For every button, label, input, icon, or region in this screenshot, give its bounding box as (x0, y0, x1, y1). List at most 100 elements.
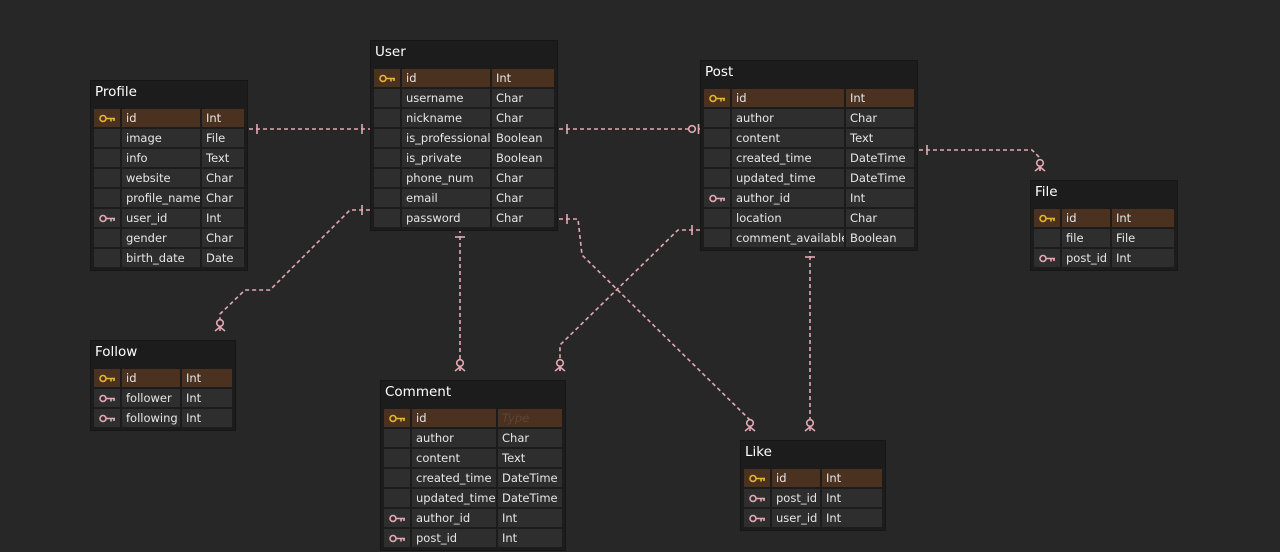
column-type[interactable]: Date (202, 249, 244, 267)
table-row[interactable]: author Char (383, 428, 563, 448)
table-like[interactable]: Like id Int post_id Int user_id Int (741, 441, 885, 530)
column-type[interactable]: Int (822, 509, 882, 527)
table-title[interactable]: Profile (91, 81, 247, 108)
column-name[interactable]: user_id (122, 209, 200, 227)
relation-post-like[interactable] (804, 249, 816, 432)
table-row[interactable]: created_time DateTime (383, 468, 563, 488)
column-name[interactable]: id (122, 109, 200, 127)
column-type[interactable]: DateTime (498, 489, 562, 507)
column-name[interactable]: location (732, 209, 844, 227)
column-name[interactable]: comment_available (732, 229, 844, 247)
table-row[interactable]: id Type (383, 408, 563, 428)
table-title[interactable]: Comment (381, 381, 565, 408)
column-type[interactable]: Int (182, 389, 232, 407)
table-row[interactable]: nickname Char (373, 108, 555, 128)
table-row[interactable]: following Int (93, 408, 233, 428)
relation-post-comment[interactable] (554, 225, 700, 372)
table-row[interactable]: id Int (743, 468, 883, 488)
column-type[interactable]: Boolean (492, 129, 554, 147)
column-name[interactable]: username (402, 89, 490, 107)
table-row[interactable]: updated_time DateTime (703, 168, 915, 188)
table-row[interactable]: email Char (373, 188, 555, 208)
column-name[interactable]: content (412, 449, 496, 467)
column-type[interactable]: Text (846, 129, 914, 147)
column-type[interactable]: DateTime (846, 149, 914, 167)
table-row[interactable]: image File (93, 128, 245, 148)
table-row[interactable]: birth_date Date (93, 248, 245, 268)
table-row[interactable]: is_professional Boolean (373, 128, 555, 148)
column-name[interactable]: image (122, 129, 200, 147)
column-type[interactable]: Int (822, 489, 882, 507)
relation-post-file[interactable] (919, 145, 1046, 172)
column-type[interactable]: Int (182, 409, 232, 427)
column-type[interactable]: Int (1112, 209, 1174, 227)
column-name[interactable]: id (772, 469, 820, 487)
table-row[interactable]: comment_available Boolean (703, 228, 915, 248)
table-row[interactable]: post_id Int (743, 488, 883, 508)
column-type[interactable]: Char (202, 169, 244, 187)
table-row[interactable]: username Char (373, 88, 555, 108)
table-row[interactable]: id Int (703, 88, 915, 108)
table-row[interactable]: id Int (93, 108, 245, 128)
table-row[interactable]: author Char (703, 108, 915, 128)
column-type[interactable]: Text (202, 149, 244, 167)
column-name[interactable]: is_private (402, 149, 490, 167)
column-name[interactable]: is_professional (402, 129, 490, 147)
column-type[interactable]: DateTime (498, 469, 562, 487)
table-post[interactable]: Post id Int author Char content Text created_ti… (701, 61, 917, 250)
column-type[interactable]: Int (202, 109, 244, 127)
table-title[interactable]: User (371, 41, 557, 68)
column-name[interactable]: post_id (412, 529, 496, 547)
column-name[interactable]: email (402, 189, 490, 207)
table-row[interactable]: id Int (1033, 208, 1175, 228)
table-follow[interactable]: Follow id Int follower Int following Int (91, 341, 235, 430)
column-name[interactable]: created_time (412, 469, 496, 487)
column-type[interactable]: Int (498, 529, 562, 547)
column-name[interactable]: content (732, 129, 844, 147)
column-type[interactable]: Int (846, 189, 914, 207)
column-name[interactable]: website (122, 169, 200, 187)
table-row[interactable]: location Char (703, 208, 915, 228)
table-file[interactable]: File id Int file File post_id Int (1031, 181, 1177, 270)
column-name[interactable]: post_id (772, 489, 820, 507)
column-name[interactable]: following (122, 409, 180, 427)
column-name[interactable]: author (732, 109, 844, 127)
table-row[interactable]: file File (1033, 228, 1175, 248)
column-name[interactable]: password (402, 209, 490, 227)
table-row[interactable]: follower Int (93, 388, 233, 408)
column-name[interactable]: phone_num (402, 169, 490, 187)
table-title[interactable]: Follow (91, 341, 235, 368)
table-row[interactable]: id Int (93, 368, 233, 388)
table-row[interactable]: website Char (93, 168, 245, 188)
table-row[interactable]: is_private Boolean (373, 148, 555, 168)
column-type[interactable]: Int (182, 369, 232, 387)
relation-user-comment[interactable] (454, 229, 466, 372)
column-type[interactable]: Boolean (492, 149, 554, 167)
column-name[interactable]: id (732, 89, 844, 107)
table-row[interactable]: info Text (93, 148, 245, 168)
column-type[interactable]: Int (1112, 249, 1174, 267)
table-row[interactable]: author_id Int (383, 508, 563, 528)
column-name[interactable]: updated_time (732, 169, 844, 187)
column-name[interactable]: updated_time (412, 489, 496, 507)
column-type[interactable]: Int (822, 469, 882, 487)
column-type[interactable]: Char (846, 209, 914, 227)
column-type[interactable]: DateTime (846, 169, 914, 187)
column-type[interactable]: File (202, 129, 244, 147)
relation-user-post[interactable] (559, 124, 700, 134)
column-type[interactable]: Int (492, 69, 554, 87)
table-row[interactable]: content Text (703, 128, 915, 148)
table-row[interactable]: post_id Int (1033, 248, 1175, 268)
column-name[interactable]: id (122, 369, 180, 387)
column-type[interactable]: Char (202, 189, 244, 207)
column-type[interactable]: File (1112, 229, 1174, 247)
table-row[interactable]: user_id Int (743, 508, 883, 528)
table-row[interactable]: created_time DateTime (703, 148, 915, 168)
column-name[interactable]: birth_date (122, 249, 200, 267)
column-name[interactable]: created_time (732, 149, 844, 167)
column-type[interactable]: Char (492, 189, 554, 207)
column-name[interactable]: follower (122, 389, 180, 407)
table-row[interactable]: profile_name Char (93, 188, 245, 208)
column-type[interactable]: Char (492, 169, 554, 187)
table-user[interactable]: User id Int username Char nickname Char is_prof… (371, 41, 557, 230)
